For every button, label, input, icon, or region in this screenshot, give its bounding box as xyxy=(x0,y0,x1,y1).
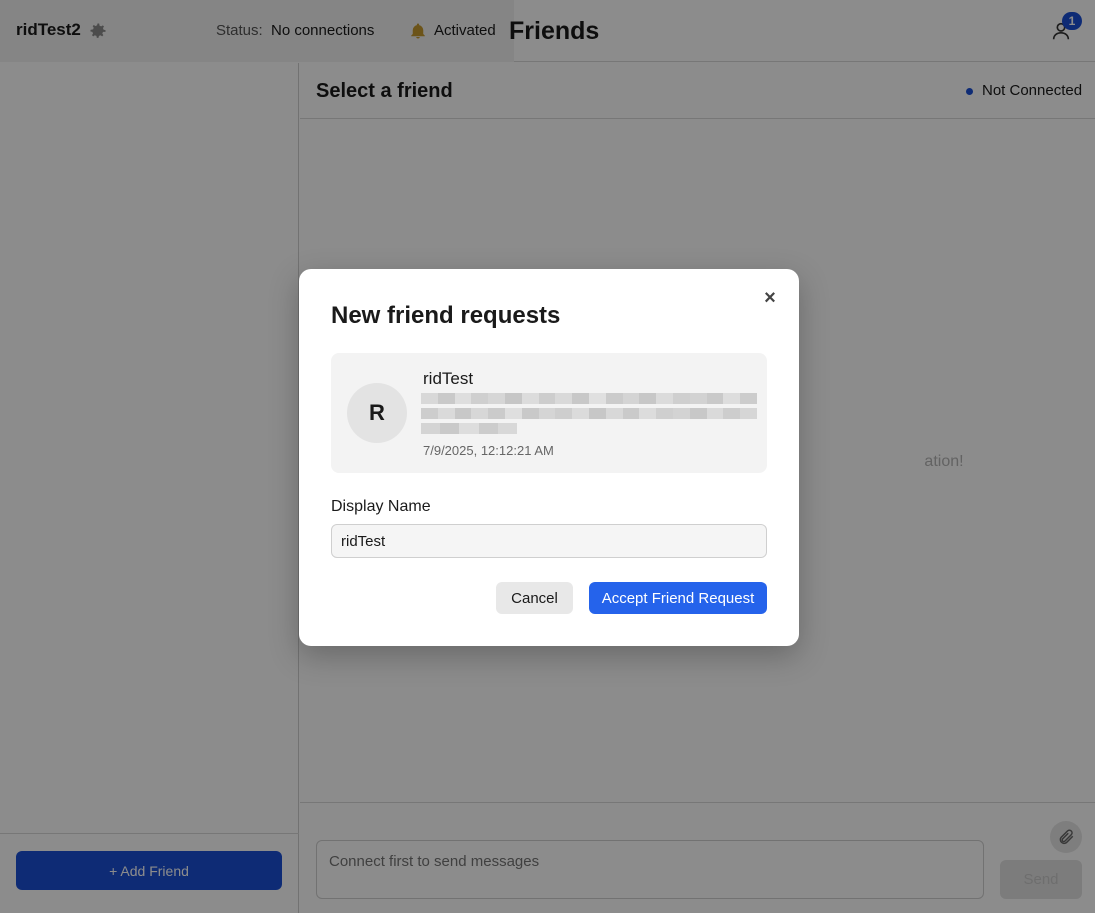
redacted-row xyxy=(421,393,757,404)
accept-friend-request-button[interactable]: Accept Friend Request xyxy=(589,582,767,614)
friend-request-modal: × New friend requests R ridTest 7/9/2025… xyxy=(299,269,799,646)
request-timestamp: 7/9/2025, 12:12:21 AM xyxy=(423,443,554,458)
redacted-row xyxy=(421,408,757,419)
avatar: R xyxy=(347,383,407,443)
display-name-input[interactable] xyxy=(331,524,767,558)
requester-name: ridTest xyxy=(423,369,474,388)
modal-title: New friend requests xyxy=(331,302,561,329)
redacted-row xyxy=(421,423,518,434)
close-icon[interactable]: × xyxy=(759,287,781,309)
friend-request-card: R ridTest 7/9/2025, 12:12:21 AM xyxy=(331,353,767,473)
redacted-key xyxy=(421,393,757,439)
cancel-button[interactable]: Cancel xyxy=(496,582,573,614)
display-name-label: Display Name xyxy=(331,498,431,515)
